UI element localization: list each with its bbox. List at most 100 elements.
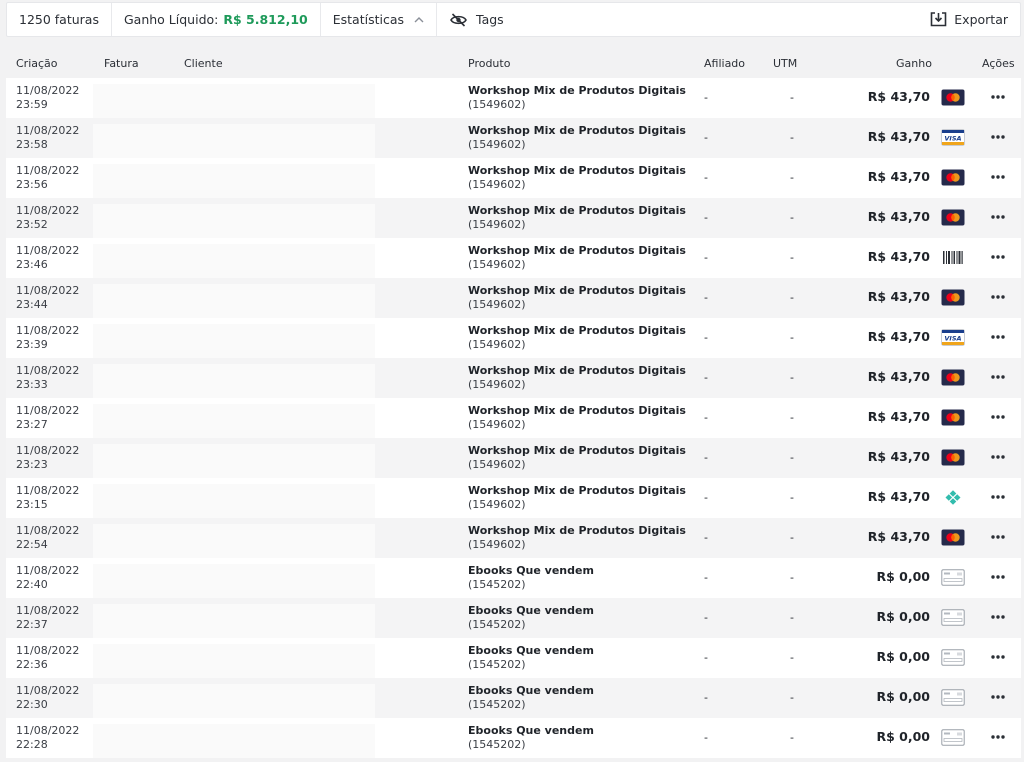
affiliate-cell: - bbox=[704, 531, 708, 544]
affiliate-cell: - bbox=[704, 291, 708, 304]
product-id: (1549602) bbox=[468, 338, 526, 351]
table-row[interactable]: 11/08/2022 23:33 Workshop Mix de Produtos … bbox=[6, 358, 1021, 398]
product-name: Workshop Mix de Produtos Digitais bbox=[468, 244, 686, 257]
export-label: Exportar bbox=[954, 12, 1008, 27]
utm-cell: - bbox=[790, 491, 794, 504]
created-time: 23:23 bbox=[16, 458, 48, 471]
more-actions-icon[interactable] bbox=[990, 490, 1006, 504]
earning-value: R$ 43,70 bbox=[867, 89, 930, 104]
more-actions-icon[interactable] bbox=[990, 650, 1006, 664]
utm-cell: - bbox=[790, 291, 794, 304]
utm-cell: - bbox=[790, 371, 794, 384]
product-cell: Workshop Mix de Produtos Digitais (154960… bbox=[468, 124, 686, 152]
created-cell: 11/08/2022 23:52 bbox=[16, 204, 79, 232]
product-name: Workshop Mix de Produtos Digitais bbox=[468, 324, 686, 337]
generic-card-icon bbox=[941, 609, 965, 626]
product-id: (1545202) bbox=[468, 698, 526, 711]
created-cell: 11/08/2022 22:54 bbox=[16, 524, 79, 552]
header-created[interactable]: Criação bbox=[16, 57, 58, 70]
more-actions-icon[interactable] bbox=[990, 530, 1006, 544]
more-actions-icon[interactable] bbox=[990, 290, 1006, 304]
generic-card-icon bbox=[941, 649, 965, 666]
created-date: 11/08/2022 bbox=[16, 684, 80, 697]
product-cell: Workshop Mix de Produtos Digitais (154960… bbox=[468, 364, 686, 392]
product-cell: Ebooks Que vendem (1545202) bbox=[468, 684, 594, 712]
created-cell: 11/08/2022 23:58 bbox=[16, 124, 79, 152]
more-actions-icon[interactable] bbox=[990, 90, 1006, 104]
product-cell: Workshop Mix de Produtos Digitais (154960… bbox=[468, 484, 686, 512]
redacted-area bbox=[93, 404, 375, 438]
table-row[interactable]: 11/08/2022 22:54 Workshop Mix de Produtos … bbox=[6, 518, 1021, 558]
created-cell: 11/08/2022 22:40 bbox=[16, 564, 79, 592]
created-date: 11/08/2022 bbox=[16, 724, 80, 737]
table-row[interactable]: 11/08/2022 22:40 Ebooks Que vendem (1545202… bbox=[6, 558, 1021, 598]
table-row[interactable]: 11/08/2022 23:56 Workshop Mix de Produtos … bbox=[6, 158, 1021, 198]
affiliate-cell: - bbox=[704, 371, 708, 384]
table-row[interactable]: 11/08/2022 22:28 Ebooks Que vendem (1545202… bbox=[6, 718, 1021, 758]
table-row[interactable]: 11/08/2022 23:23 Workshop Mix de Produtos … bbox=[6, 438, 1021, 478]
created-date: 11/08/2022 bbox=[16, 164, 80, 177]
table-row[interactable]: 11/08/2022 22:30 Ebooks Que vendem (1545202… bbox=[6, 678, 1021, 718]
table-row[interactable]: 11/08/2022 23:39 Workshop Mix de Produtos … bbox=[6, 318, 1021, 358]
created-date: 11/08/2022 bbox=[16, 484, 80, 497]
table-row[interactable]: 11/08/2022 23:44 Workshop Mix de Produtos … bbox=[6, 278, 1021, 318]
table-row[interactable]: 11/08/2022 23:15 Workshop Mix de Produtos … bbox=[6, 478, 1021, 518]
more-actions-icon[interactable] bbox=[990, 690, 1006, 704]
created-date: 11/08/2022 bbox=[16, 524, 80, 537]
header-utm[interactable]: UTM bbox=[773, 57, 797, 70]
utm-cell: - bbox=[790, 651, 794, 664]
more-actions-icon[interactable] bbox=[990, 330, 1006, 344]
table-row[interactable]: 11/08/2022 23:27 Workshop Mix de Produtos … bbox=[6, 398, 1021, 438]
created-cell: 11/08/2022 23:59 bbox=[16, 84, 79, 112]
affiliate-cell: - bbox=[704, 331, 708, 344]
redacted-area bbox=[93, 684, 375, 718]
earning-value: R$ 43,70 bbox=[867, 369, 930, 384]
mastercard-icon bbox=[941, 409, 965, 426]
header-invoice[interactable]: Fatura bbox=[104, 57, 139, 70]
header-product[interactable]: Produto bbox=[468, 57, 510, 70]
more-actions-icon[interactable] bbox=[990, 370, 1006, 384]
affiliate-cell: - bbox=[704, 171, 708, 184]
created-time: 22:37 bbox=[16, 618, 48, 631]
product-id: (1549602) bbox=[468, 378, 526, 391]
product-cell: Workshop Mix de Produtos Digitais (154960… bbox=[468, 404, 686, 432]
table-row[interactable]: 11/08/2022 22:36 Ebooks Que vendem (1545202… bbox=[6, 638, 1021, 678]
tags-toggle[interactable]: Tags bbox=[437, 3, 516, 36]
statistics-toggle[interactable]: Estatísticas bbox=[321, 3, 437, 36]
created-cell: 11/08/2022 23:27 bbox=[16, 404, 79, 432]
table-row[interactable]: 11/08/2022 23:58 Workshop Mix de Produtos … bbox=[6, 118, 1021, 158]
earning-value: R$ 43,70 bbox=[867, 449, 930, 464]
header-earning[interactable]: Ganho bbox=[896, 57, 932, 70]
svg-text:VISA: VISA bbox=[944, 134, 961, 142]
created-date: 11/08/2022 bbox=[16, 284, 80, 297]
utm-cell: - bbox=[790, 211, 794, 224]
created-time: 22:40 bbox=[16, 578, 48, 591]
header-actions: Ações bbox=[982, 57, 1015, 70]
more-actions-icon[interactable] bbox=[990, 410, 1006, 424]
product-id: (1545202) bbox=[468, 578, 526, 591]
table-row[interactable]: 11/08/2022 23:46 Workshop Mix de Produtos … bbox=[6, 238, 1021, 278]
more-actions-icon[interactable] bbox=[990, 610, 1006, 624]
more-actions-icon[interactable] bbox=[990, 450, 1006, 464]
created-date: 11/08/2022 bbox=[16, 244, 80, 257]
created-cell: 11/08/2022 22:28 bbox=[16, 724, 79, 752]
table-row[interactable]: 11/08/2022 23:52 Workshop Mix de Produtos … bbox=[6, 198, 1021, 238]
header-client[interactable]: Cliente bbox=[184, 57, 223, 70]
table-row[interactable]: 11/08/2022 22:37 Ebooks Que vendem (1545202… bbox=[6, 598, 1021, 638]
export-button[interactable]: Exportar bbox=[930, 12, 1020, 27]
created-time: 22:54 bbox=[16, 538, 48, 551]
product-name: Workshop Mix de Produtos Digitais bbox=[468, 484, 686, 497]
product-cell: Workshop Mix de Produtos Digitais (154960… bbox=[468, 284, 686, 312]
redacted-area bbox=[93, 284, 375, 318]
header-affiliate[interactable]: Afiliado bbox=[704, 57, 745, 70]
more-actions-icon[interactable] bbox=[990, 130, 1006, 144]
more-actions-icon[interactable] bbox=[990, 210, 1006, 224]
more-actions-icon[interactable] bbox=[990, 570, 1006, 584]
more-actions-icon[interactable] bbox=[990, 250, 1006, 264]
invoice-count: 1250 faturas bbox=[7, 3, 112, 36]
utm-cell: - bbox=[790, 411, 794, 424]
utm-cell: - bbox=[790, 731, 794, 744]
more-actions-icon[interactable] bbox=[990, 730, 1006, 744]
more-actions-icon[interactable] bbox=[990, 170, 1006, 184]
table-row[interactable]: 11/08/2022 23:59 Workshop Mix de Produtos … bbox=[6, 78, 1021, 118]
